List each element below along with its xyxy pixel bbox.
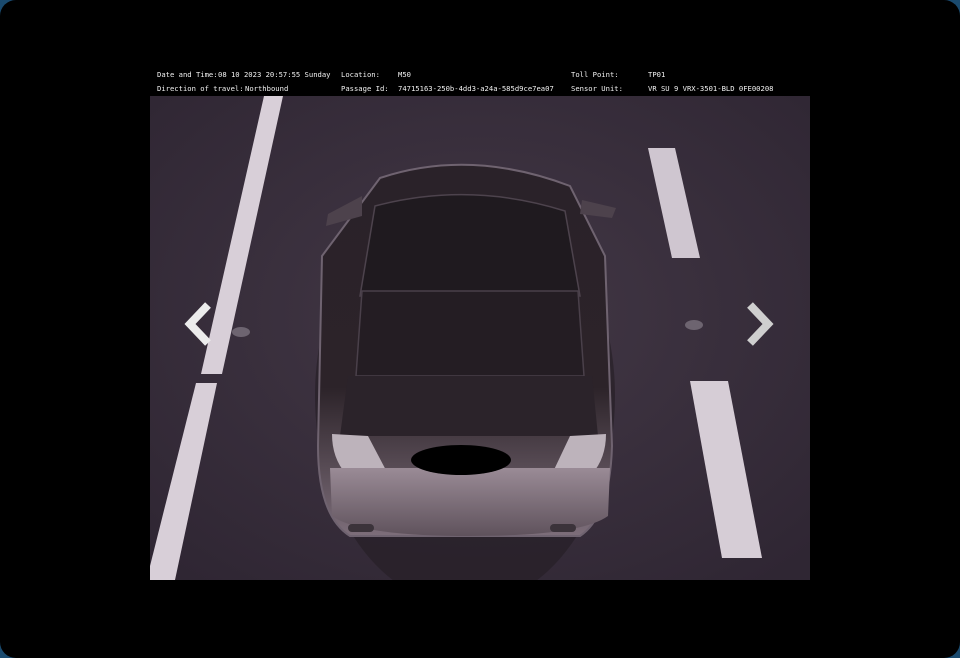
date-time-value: 08 10 2023 20:57:55 Sunday (218, 70, 331, 79)
passage-id-value: 74715163-250b-4dd3-a24a-585d9ce7ea07 (398, 84, 554, 93)
sensor-unit-label: Sensor Unit: (571, 84, 623, 93)
license-plate-redaction (411, 445, 511, 475)
vehicle-image (150, 96, 810, 580)
date-time-label: Date and Time: (157, 70, 218, 79)
location-label: Location: (341, 70, 380, 79)
car-boot (340, 376, 598, 436)
metadata-row-1: Date and Time: 08 10 2023 20:57:55 Sunda… (150, 68, 810, 82)
sensor-unit-value: VR SU 9 VRX-3501-BLD 0FE00208 (648, 84, 774, 93)
metadata-row-2: Direction of travel: Northbound Passage … (150, 82, 810, 96)
car-rear-window (355, 290, 585, 377)
chevron-right-icon (747, 302, 774, 346)
car-windscreen (359, 193, 581, 297)
toll-point-label: Toll Point: (571, 70, 619, 79)
toll-camera-photo (150, 96, 810, 580)
direction-value: Northbound (245, 84, 289, 93)
direction-label: Direction of travel: (157, 84, 244, 93)
location-value: M50 (398, 70, 411, 79)
road-stud-right (685, 320, 703, 330)
image-viewer: Date and Time: 08 10 2023 20:57:55 Sunda… (0, 0, 960, 658)
next-image-button[interactable] (738, 296, 782, 352)
passage-id-label: Passage Id: (341, 84, 389, 93)
road-stud-left (232, 327, 250, 337)
previous-image-button[interactable] (176, 296, 220, 352)
capture-metadata: Date and Time: 08 10 2023 20:57:55 Sunda… (150, 68, 810, 96)
car-exhaust-right (550, 524, 576, 532)
car-exhaust-left (348, 524, 374, 532)
chevron-left-icon (184, 302, 211, 346)
toll-point-value: TP01 (648, 70, 666, 79)
